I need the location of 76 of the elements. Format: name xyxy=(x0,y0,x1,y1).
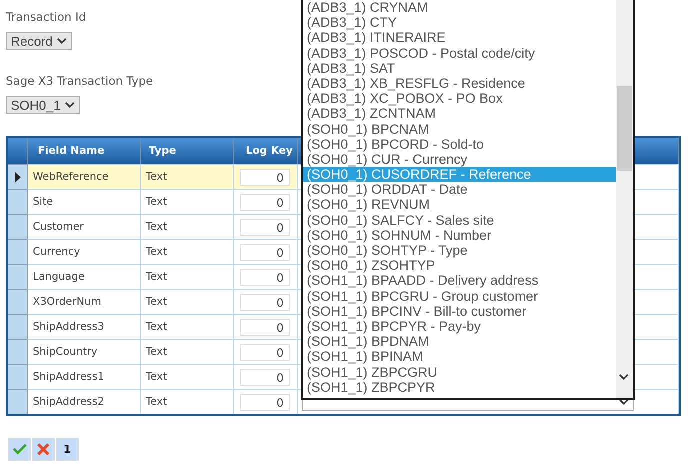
field-label: Transaction Id xyxy=(6,9,86,26)
table-cell: ShipAddress3 xyxy=(28,314,141,339)
scroll-down-icon xyxy=(619,374,629,380)
dropdown-option[interactable]: (ADB3_1) XC_POBOX - PO Box xyxy=(303,91,616,106)
dropdown-option[interactable]: (SOH0_1) REVNUM xyxy=(303,197,616,213)
scrollbar-thumb[interactable] xyxy=(617,86,632,171)
log-key-input[interactable]: 0 xyxy=(240,194,290,210)
dropdown-option[interactable]: (ADB3_1) CTY xyxy=(303,15,616,30)
column-header[interactable]: Type xyxy=(141,138,234,164)
log-key-input[interactable]: 0 xyxy=(240,318,290,336)
dropdown-option[interactable]: (SOH1_1) BPCINV - Bill-to customer xyxy=(303,304,616,319)
chevron-icon xyxy=(56,38,67,44)
dropdown-option[interactable]: (SOH1_1) BPINAM xyxy=(303,349,616,364)
table-cell: ShipAddress1 xyxy=(28,364,141,389)
table-cell: Text xyxy=(141,339,234,364)
table-cell: ShipCountry xyxy=(28,339,141,364)
dropdown-option[interactable]: (SOH0_1) BPCORD - Sold-to xyxy=(303,136,616,152)
dropdown-option[interactable]: (ADB3_1) POSCOD - Postal code/city xyxy=(303,46,616,61)
dropdown-option[interactable]: (SOH0_1) BPCNAM xyxy=(303,122,616,137)
transaction-id-select[interactable]: Record xyxy=(6,32,72,50)
table-cell: Site xyxy=(28,189,141,214)
table-cell: Customer xyxy=(28,214,141,239)
log-key-input[interactable]: 0 xyxy=(240,268,290,286)
dropdown-option[interactable]: (SOH1_1) ZBPCGRU xyxy=(303,364,616,380)
dropdown-option[interactable]: (ADB3_1) SAT xyxy=(303,60,616,76)
row-pointer-icon xyxy=(14,172,20,182)
dropdown-option[interactable]: (SOH0_1) ZSOHTYP xyxy=(303,258,616,274)
table-cell: Text xyxy=(141,314,234,339)
log-key-input[interactable]: 0 xyxy=(240,244,290,260)
log-key-input[interactable]: 0 xyxy=(240,294,290,310)
log-key-input[interactable]: 0 xyxy=(240,394,290,410)
table-cell: Text xyxy=(141,264,234,289)
table-cell: Text xyxy=(141,164,234,189)
table-cell: Text xyxy=(141,214,234,239)
dropdown-option[interactable]: (SOH1_1) BPCPYR - Pay-by xyxy=(303,318,616,334)
log-key-input[interactable]: 0 xyxy=(240,218,290,236)
table-cell: ShipAddress2 xyxy=(28,389,141,414)
chevron-icon xyxy=(619,399,629,405)
dropdown-option[interactable]: (SOH0_1) SOHNUM - Number xyxy=(303,228,616,243)
dropdown-option[interactable]: (ADB3_1) CRYNAM xyxy=(303,0,616,16)
log-key-input[interactable]: 0 xyxy=(240,344,290,360)
dropdown-option[interactable]: (SOH1_1) BPCGRU - Group customer xyxy=(303,288,616,304)
transaction-type-select[interactable]: SOH0_1 xyxy=(6,96,80,114)
scrollbar[interactable] xyxy=(616,0,633,398)
table-cell: Text xyxy=(141,389,234,414)
column-header[interactable]: Field Name xyxy=(28,138,141,164)
dropdown-option[interactable]: (ADB3_1) XB_RESFLG - Residence xyxy=(303,76,616,92)
dropdown-option[interactable]: (ADB3_1) ITINERAIRE xyxy=(303,30,616,46)
dropdown-option[interactable]: (SOH0_1) SALFCY - Sales site xyxy=(303,212,616,228)
column-header[interactable]: Log Key xyxy=(234,138,298,164)
table-cell: Text xyxy=(141,364,234,389)
cancel-button[interactable] xyxy=(32,438,55,461)
field-label: Sage X3 Transaction Type xyxy=(6,73,154,90)
dropdown-option[interactable]: (SOH0_1) CUR - Currency xyxy=(303,152,616,168)
accept-button[interactable] xyxy=(8,438,31,461)
table-cell: Text xyxy=(141,189,234,214)
chevron-icon xyxy=(64,102,75,108)
table-cell: Currency xyxy=(28,239,141,264)
table-cell: Text xyxy=(141,289,234,314)
cross-icon xyxy=(37,443,50,456)
log-key-input[interactable]: 0 xyxy=(240,168,290,186)
row-header[interactable] xyxy=(8,164,28,189)
table-cell: Text xyxy=(141,239,234,264)
column-header xyxy=(8,138,28,164)
dropdown-option[interactable]: (ADB3_1) ZCNTNAM xyxy=(303,106,616,122)
table-cell: WebReference xyxy=(28,164,141,189)
dropdown-option[interactable]: (SOH0_1) ORDDAT - Date xyxy=(303,182,616,198)
log-key-input[interactable]: 0 xyxy=(240,368,290,386)
dropdown-option[interactable]: (SOH0_1) SOHTYP - Type xyxy=(303,243,616,258)
table-cell: X3OrderNum xyxy=(28,289,141,314)
dropdown-option[interactable]: (SOH1_1) BPDNAM xyxy=(303,334,616,350)
dropdown-option[interactable]: (SOH1_1) BPAADD - Delivery address xyxy=(303,273,616,289)
page-button[interactable]: 1 xyxy=(56,438,79,461)
dropdown-option[interactable]: (SOH1_1) ZBPCPYR xyxy=(303,380,616,395)
table-cell: Language xyxy=(28,264,141,289)
check-icon xyxy=(12,444,26,455)
